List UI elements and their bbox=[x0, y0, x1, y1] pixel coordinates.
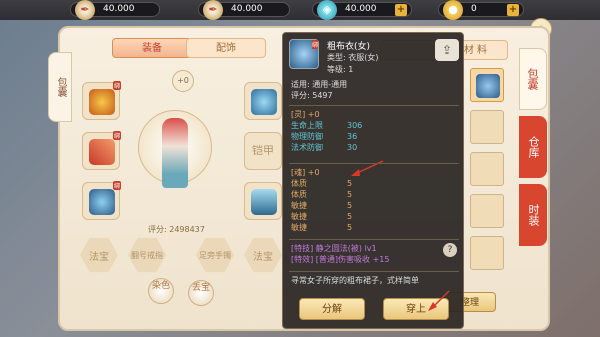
slot-helmet[interactable] bbox=[244, 82, 282, 120]
add-resource-button[interactable]: + bbox=[395, 4, 407, 16]
hun-row: 敏捷 5 bbox=[291, 212, 353, 221]
quill-icon: ✒ bbox=[75, 0, 95, 20]
stat-row: 生命上限 306 bbox=[291, 121, 363, 130]
effect-line: [特效] [普通]伤害吸收 +15 bbox=[291, 255, 390, 264]
bag-slot[interactable] bbox=[470, 110, 504, 144]
robe-icon bbox=[476, 74, 500, 98]
bound-badge: 绑 bbox=[112, 81, 121, 90]
resource-2: ✒ 40.000 bbox=[198, 0, 290, 20]
add-gold-button[interactable]: + bbox=[507, 4, 519, 16]
skill-line: [特技] 静之圆法(被) lv1 bbox=[291, 244, 377, 253]
necklace-icon bbox=[89, 89, 115, 115]
bag-item-selected[interactable] bbox=[470, 68, 504, 102]
pointer-arrow-icon bbox=[428, 290, 450, 311]
help-icon[interactable]: ? bbox=[443, 243, 457, 257]
slot-armor-empty[interactable]: 铠甲 bbox=[244, 132, 282, 170]
hun-row: 敏捷 5 bbox=[291, 201, 353, 210]
item-detail-popup: 绑 粗布衣(女) 类型: 衣服(女) 等级: 1 ⇪ 适用: 通用-通用 评分:… bbox=[282, 32, 464, 329]
hun-row: 体质 5 bbox=[291, 190, 353, 199]
dye-button[interactable]: 染色 bbox=[148, 278, 174, 304]
bound-badge: 绑 bbox=[112, 131, 121, 140]
stat-row: 物理防御 36 bbox=[291, 132, 358, 141]
bag-slot[interactable] bbox=[470, 152, 504, 186]
quill-icon: ✒ bbox=[203, 0, 223, 20]
bound-badge: 绑 bbox=[311, 40, 318, 49]
divider bbox=[289, 239, 459, 240]
character-figure bbox=[162, 118, 188, 188]
item-fit: 适用: 通用-通用 bbox=[291, 80, 348, 89]
divider bbox=[289, 271, 459, 272]
bag-slot[interactable] bbox=[470, 236, 504, 270]
slot-necklace[interactable]: 绑 bbox=[82, 81, 121, 120]
score-text: 评分: 2498437 bbox=[148, 225, 205, 234]
item-description: 寻常女子所穿的粗布裙子，式样简单 bbox=[291, 276, 419, 285]
decompose-button[interactable]: 分解 bbox=[299, 298, 365, 320]
resource-4: ● 0 + bbox=[438, 0, 524, 20]
resource-3: ◈ 40.000 + bbox=[312, 0, 412, 20]
item-level: 等级: 1 bbox=[327, 65, 354, 74]
item-name: 粗布衣(女) bbox=[327, 42, 371, 52]
divider bbox=[289, 105, 459, 106]
gold-coin-icon: ● bbox=[443, 0, 463, 20]
resource-1: ✒ 40.000 bbox=[70, 0, 160, 20]
hun-row: 敏捷 5 bbox=[291, 223, 353, 232]
tab-bag[interactable]: 包囊 bbox=[519, 48, 547, 110]
item-type: 类型: 衣服(女) bbox=[327, 53, 379, 62]
refine-level[interactable]: +0 bbox=[172, 70, 194, 92]
hun-title: [魂] +0 bbox=[291, 168, 320, 177]
bound-badge: 绑 bbox=[112, 181, 121, 190]
bag-slot[interactable] bbox=[470, 194, 504, 228]
boots-icon bbox=[251, 189, 277, 215]
ling-title: [灵] +0 bbox=[291, 110, 320, 119]
share-icon[interactable]: ⇪ bbox=[435, 39, 459, 61]
drop-treasure-button[interactable]: 丢宝 bbox=[188, 280, 214, 306]
ticket-icon: ◈ bbox=[317, 0, 337, 20]
slot-belt[interactable]: 绑 bbox=[82, 181, 121, 220]
hun-section: [魂] +0 体质 5 体质 5 敏捷 5 敏捷 5 敏捷 5 bbox=[291, 167, 352, 233]
slot-boots[interactable] bbox=[244, 182, 282, 220]
dagger-icon bbox=[89, 139, 115, 165]
tab-warehouse[interactable]: 仓库 bbox=[519, 116, 547, 178]
ling-section: [灵] +0 生命上限 306 物理防御 36 法术防御 30 bbox=[291, 109, 362, 153]
belt-icon bbox=[89, 189, 115, 215]
tab-accessory[interactable]: 配饰 bbox=[186, 38, 266, 58]
item-header-block: 适用: 通用-通用 评分: 5497 bbox=[291, 79, 457, 101]
tab-fashion[interactable]: 时装 bbox=[519, 184, 547, 246]
slot-weapon[interactable]: 绑 bbox=[82, 131, 121, 170]
hun-row: 体质 5 bbox=[291, 179, 353, 188]
item-score: 评分: 5497 bbox=[291, 91, 333, 100]
skill-section: [特技] 静之圆法(被) lv1 [特效] [普通]伤害吸收 +15 bbox=[291, 243, 389, 265]
pointer-arrow-icon bbox=[351, 160, 384, 176]
robe-icon: 绑 bbox=[289, 39, 319, 69]
tab-equip[interactable]: 装备 bbox=[112, 38, 192, 58]
divider bbox=[289, 163, 459, 164]
stat-row: 法术防御 30 bbox=[291, 143, 358, 152]
helmet-icon bbox=[251, 89, 277, 115]
left-tab-bag[interactable]: 包囊 bbox=[48, 52, 72, 122]
